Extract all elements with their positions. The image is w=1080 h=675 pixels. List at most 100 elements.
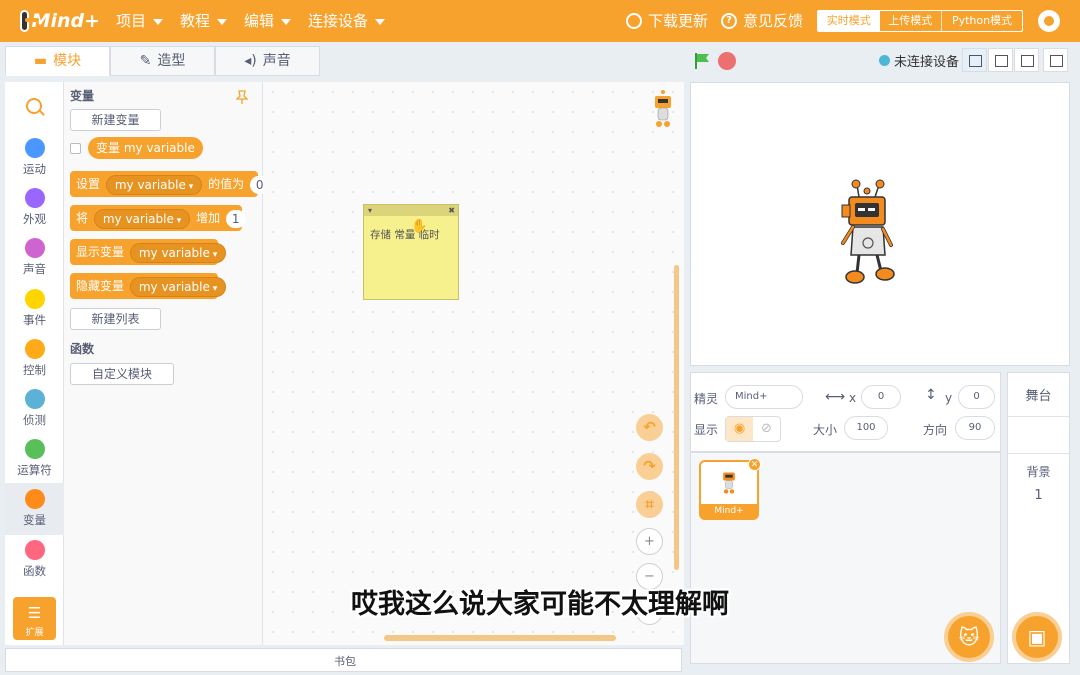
x-input[interactable]: 0	[861, 385, 901, 409]
y-input[interactable]: 0	[958, 385, 995, 409]
sprite-thumbnail-icon	[723, 472, 735, 494]
category-dot-icon	[24, 289, 45, 309]
size-label: 大小	[813, 423, 838, 437]
horizontal-scrollbar[interactable]	[384, 635, 616, 641]
sprite-name-input[interactable]: Mind+	[725, 385, 803, 409]
mindplus-logo[interactable]: Mind+	[20, 8, 100, 34]
undo-button[interactable]: ↶	[636, 414, 663, 441]
fullscreen-button[interactable]	[1043, 48, 1068, 72]
brush-icon: ✎	[139, 53, 152, 69]
stage-canvas[interactable]	[690, 82, 1070, 366]
code-workspace[interactable]: ▾ ✖ 存储 常量 临时 ✋ ↶ ↷ ⌗ + − =	[263, 82, 684, 645]
category-events[interactable]: 事件	[5, 289, 64, 339]
robot-sprite[interactable]	[839, 179, 899, 289]
large-stage-button[interactable]	[1014, 48, 1039, 72]
category-operators[interactable]: 运算符	[5, 439, 64, 489]
cat-face-icon: 🐱	[958, 625, 980, 649]
y-arrow-icon: ↕	[925, 387, 937, 403]
variable-dropdown[interactable]: my variable	[105, 174, 203, 195]
sprite-info-panel: 精灵 Mind+ ⟷ x 0 ↕ y 0 显示 ◉ ⊘ 大小 100 方向 90	[690, 372, 1001, 452]
search-icon[interactable]	[26, 98, 42, 114]
category-variables[interactable]: 变量	[5, 483, 64, 535]
menu-edit[interactable]: 编辑	[244, 0, 292, 42]
sprite-thumbnail-icon	[655, 90, 671, 127]
variable-checkbox[interactable]	[70, 143, 81, 154]
mode-switch: 实时模式 上传模式 Python模式	[817, 10, 1023, 32]
chevron-down-icon	[153, 18, 164, 25]
direction-input[interactable]: 90	[955, 416, 995, 440]
upload-mode-button[interactable]: 上传模式	[880, 11, 942, 31]
menu-project[interactable]: 项目	[116, 0, 164, 42]
top-menu-bar: Mind+ 项目 教程 编辑 连接设备 下载更新 ? 意见反馈 实时模式 上传模式…	[0, 0, 1080, 42]
chevron-down-icon	[281, 18, 292, 25]
category-dot-icon	[24, 188, 45, 208]
value-input[interactable]: 1	[225, 209, 246, 228]
category-sensing[interactable]: 侦测	[5, 389, 64, 439]
zoom-in-button[interactable]: +	[636, 528, 663, 555]
category-motion[interactable]: 运动	[5, 138, 64, 188]
category-sidebar: 运动 外观 声音 事件 控制 侦测 运算符 变量 函数 ☰ 扩展	[5, 82, 64, 645]
realtime-mode-button[interactable]: 实时模式	[818, 11, 880, 31]
tab-sounds[interactable]: ◂) 声音	[215, 46, 320, 76]
crop-icon[interactable]: ⌗	[636, 491, 663, 518]
new-variable-button[interactable]: 新建变量	[70, 109, 161, 131]
logo-text: Mind+	[31, 10, 100, 32]
python-mode-button[interactable]: Python模式	[941, 11, 1022, 31]
category-dot-icon	[24, 138, 45, 158]
collapse-icon[interactable]: ▾	[368, 205, 372, 216]
block-palette: 变量 新建变量 变量 my variable 设置 my variable 的值…	[64, 82, 270, 645]
variable-reporter-block[interactable]: 变量 my variable	[88, 137, 203, 159]
section-title-functions: 函数	[70, 342, 95, 356]
variable-dropdown[interactable]: my variable	[129, 276, 227, 297]
backdrop-count: 1	[1034, 488, 1043, 503]
custom-block-button[interactable]: 自定义模块	[70, 363, 174, 385]
backdrop-label: 背景	[1026, 465, 1051, 479]
x-label: x	[849, 391, 857, 405]
sprite-card[interactable]: ✕ Mind+	[699, 458, 761, 520]
category-dot-icon	[24, 439, 45, 459]
tab-costumes[interactable]: ✎ 造型	[110, 46, 215, 76]
category-looks[interactable]: 外观	[5, 188, 64, 238]
note-header: ▾ ✖	[364, 205, 458, 216]
redo-button[interactable]: ↷	[636, 453, 663, 480]
stage-title: 舞台	[1025, 389, 1052, 404]
backpack-bar[interactable]: 书包	[5, 648, 682, 672]
green-flag-icon[interactable]	[693, 52, 711, 70]
size-input[interactable]: 100	[844, 416, 888, 440]
menu-tutorial[interactable]: 教程	[180, 0, 228, 42]
change-variable-block[interactable]: 将 my variable 增加 1	[70, 205, 246, 231]
delete-sprite-icon[interactable]: ✕	[748, 458, 761, 471]
close-icon[interactable]: ✖	[448, 205, 455, 216]
chevron-down-icon	[375, 18, 386, 25]
variable-dropdown[interactable]: my variable	[93, 208, 191, 229]
tab-blocks[interactable]: ▬ 模块	[5, 46, 110, 76]
normal-stage-button[interactable]	[988, 48, 1013, 72]
hide-variable-block[interactable]: 隐藏变量 my variable	[70, 273, 227, 299]
show-variable-block[interactable]: 显示变量 my variable	[70, 239, 227, 265]
stop-icon[interactable]	[718, 52, 736, 70]
robot-logo-icon	[20, 10, 39, 32]
download-update-button[interactable]: 下载更新	[626, 0, 708, 42]
category-dot-icon	[24, 540, 45, 560]
category-sound[interactable]: 声音	[5, 238, 64, 288]
comment-note[interactable]: ▾ ✖ 存储 常量 临时 ✋	[363, 204, 459, 300]
pin-icon[interactable]	[236, 90, 248, 104]
blocks-icon: ▬	[33, 53, 48, 69]
speaker-icon: ◂)	[244, 53, 257, 69]
eye-off-icon[interactable]: ⊘	[753, 417, 780, 441]
small-stage-button[interactable]	[962, 48, 987, 72]
category-control[interactable]: 控制	[5, 339, 64, 389]
set-variable-block[interactable]: 设置 my variable 的值为 0	[70, 171, 270, 197]
variable-dropdown[interactable]: my variable	[129, 242, 227, 263]
menu-connect-device[interactable]: 连接设备	[308, 0, 386, 42]
chevron-down-icon	[217, 18, 228, 25]
feedback-button[interactable]: ? 意见反馈	[721, 0, 803, 42]
eye-icon[interactable]: ◉	[726, 417, 753, 441]
vertical-scrollbar[interactable]	[674, 265, 679, 570]
sprite-label: 精灵	[694, 392, 719, 406]
question-icon: ?	[721, 13, 737, 29]
direction-label: 方向	[923, 423, 948, 437]
new-list-button[interactable]: 新建列表	[70, 308, 161, 330]
gear-icon[interactable]	[1038, 10, 1060, 32]
stage-thumbnail[interactable]	[1008, 416, 1069, 454]
